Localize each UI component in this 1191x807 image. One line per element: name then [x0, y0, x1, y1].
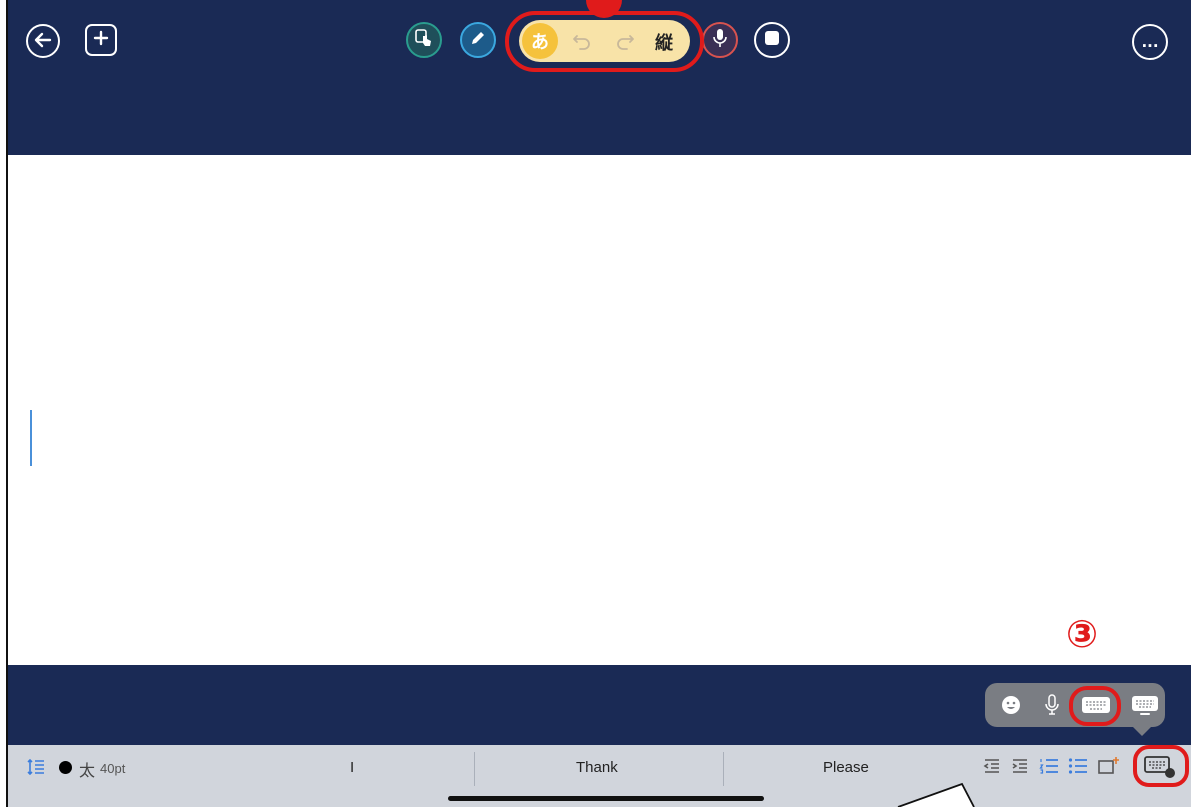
highlight-text-group — [505, 11, 704, 72]
numbered-list-icon[interactable] — [1039, 757, 1059, 779]
bold-toggle[interactable]: 太 — [79, 757, 95, 781]
insert-box-icon[interactable] — [1098, 756, 1120, 780]
pencil-icon — [469, 29, 487, 51]
plus-icon — [93, 30, 109, 50]
pen-tool-button[interactable] — [460, 22, 496, 58]
suggestion-item[interactable]: I — [350, 759, 354, 776]
note-canvas[interactable] — [8, 155, 1191, 807]
arrow-left-icon — [34, 29, 52, 53]
hand-tool-button[interactable] — [406, 22, 442, 58]
indent-icon[interactable] — [1011, 757, 1029, 779]
floating-keyboard-icon[interactable] — [1131, 695, 1159, 721]
suggestion-separator — [474, 752, 475, 786]
text-color-swatch[interactable] — [59, 761, 72, 774]
more-button[interactable]: ... — [1132, 24, 1168, 60]
suggestion-item[interactable]: Thank — [576, 759, 618, 776]
font-size-value[interactable]: 40pt — [100, 761, 125, 776]
microphone-icon — [713, 28, 727, 52]
home-indicator — [448, 796, 764, 801]
text-cursor — [30, 410, 32, 466]
dictation-icon[interactable] — [1045, 694, 1059, 720]
hand-pointer-icon — [414, 28, 434, 52]
stop-button[interactable] — [754, 22, 790, 58]
line-spacing-icon[interactable] — [26, 757, 46, 781]
suggestion-item[interactable]: Please — [823, 759, 869, 776]
stop-icon — [764, 30, 780, 50]
back-button[interactable] — [26, 24, 60, 58]
app-frame: あ 縦 ... ③ 太 40pt I Thank Please — [6, 0, 1191, 807]
highlight-keyboard-option — [1069, 686, 1121, 726]
outdent-icon[interactable] — [983, 757, 1001, 779]
suggestion-separator — [723, 752, 724, 786]
callout-pointer — [897, 782, 975, 807]
add-button[interactable] — [85, 24, 117, 56]
bullet-list-icon[interactable] — [1068, 757, 1088, 779]
annotation-marker-3: ③ — [1066, 612, 1099, 656]
emoji-icon[interactable] — [1002, 696, 1020, 714]
highlight-keyboard-toggle — [1133, 745, 1189, 787]
microphone-button[interactable] — [702, 22, 738, 58]
